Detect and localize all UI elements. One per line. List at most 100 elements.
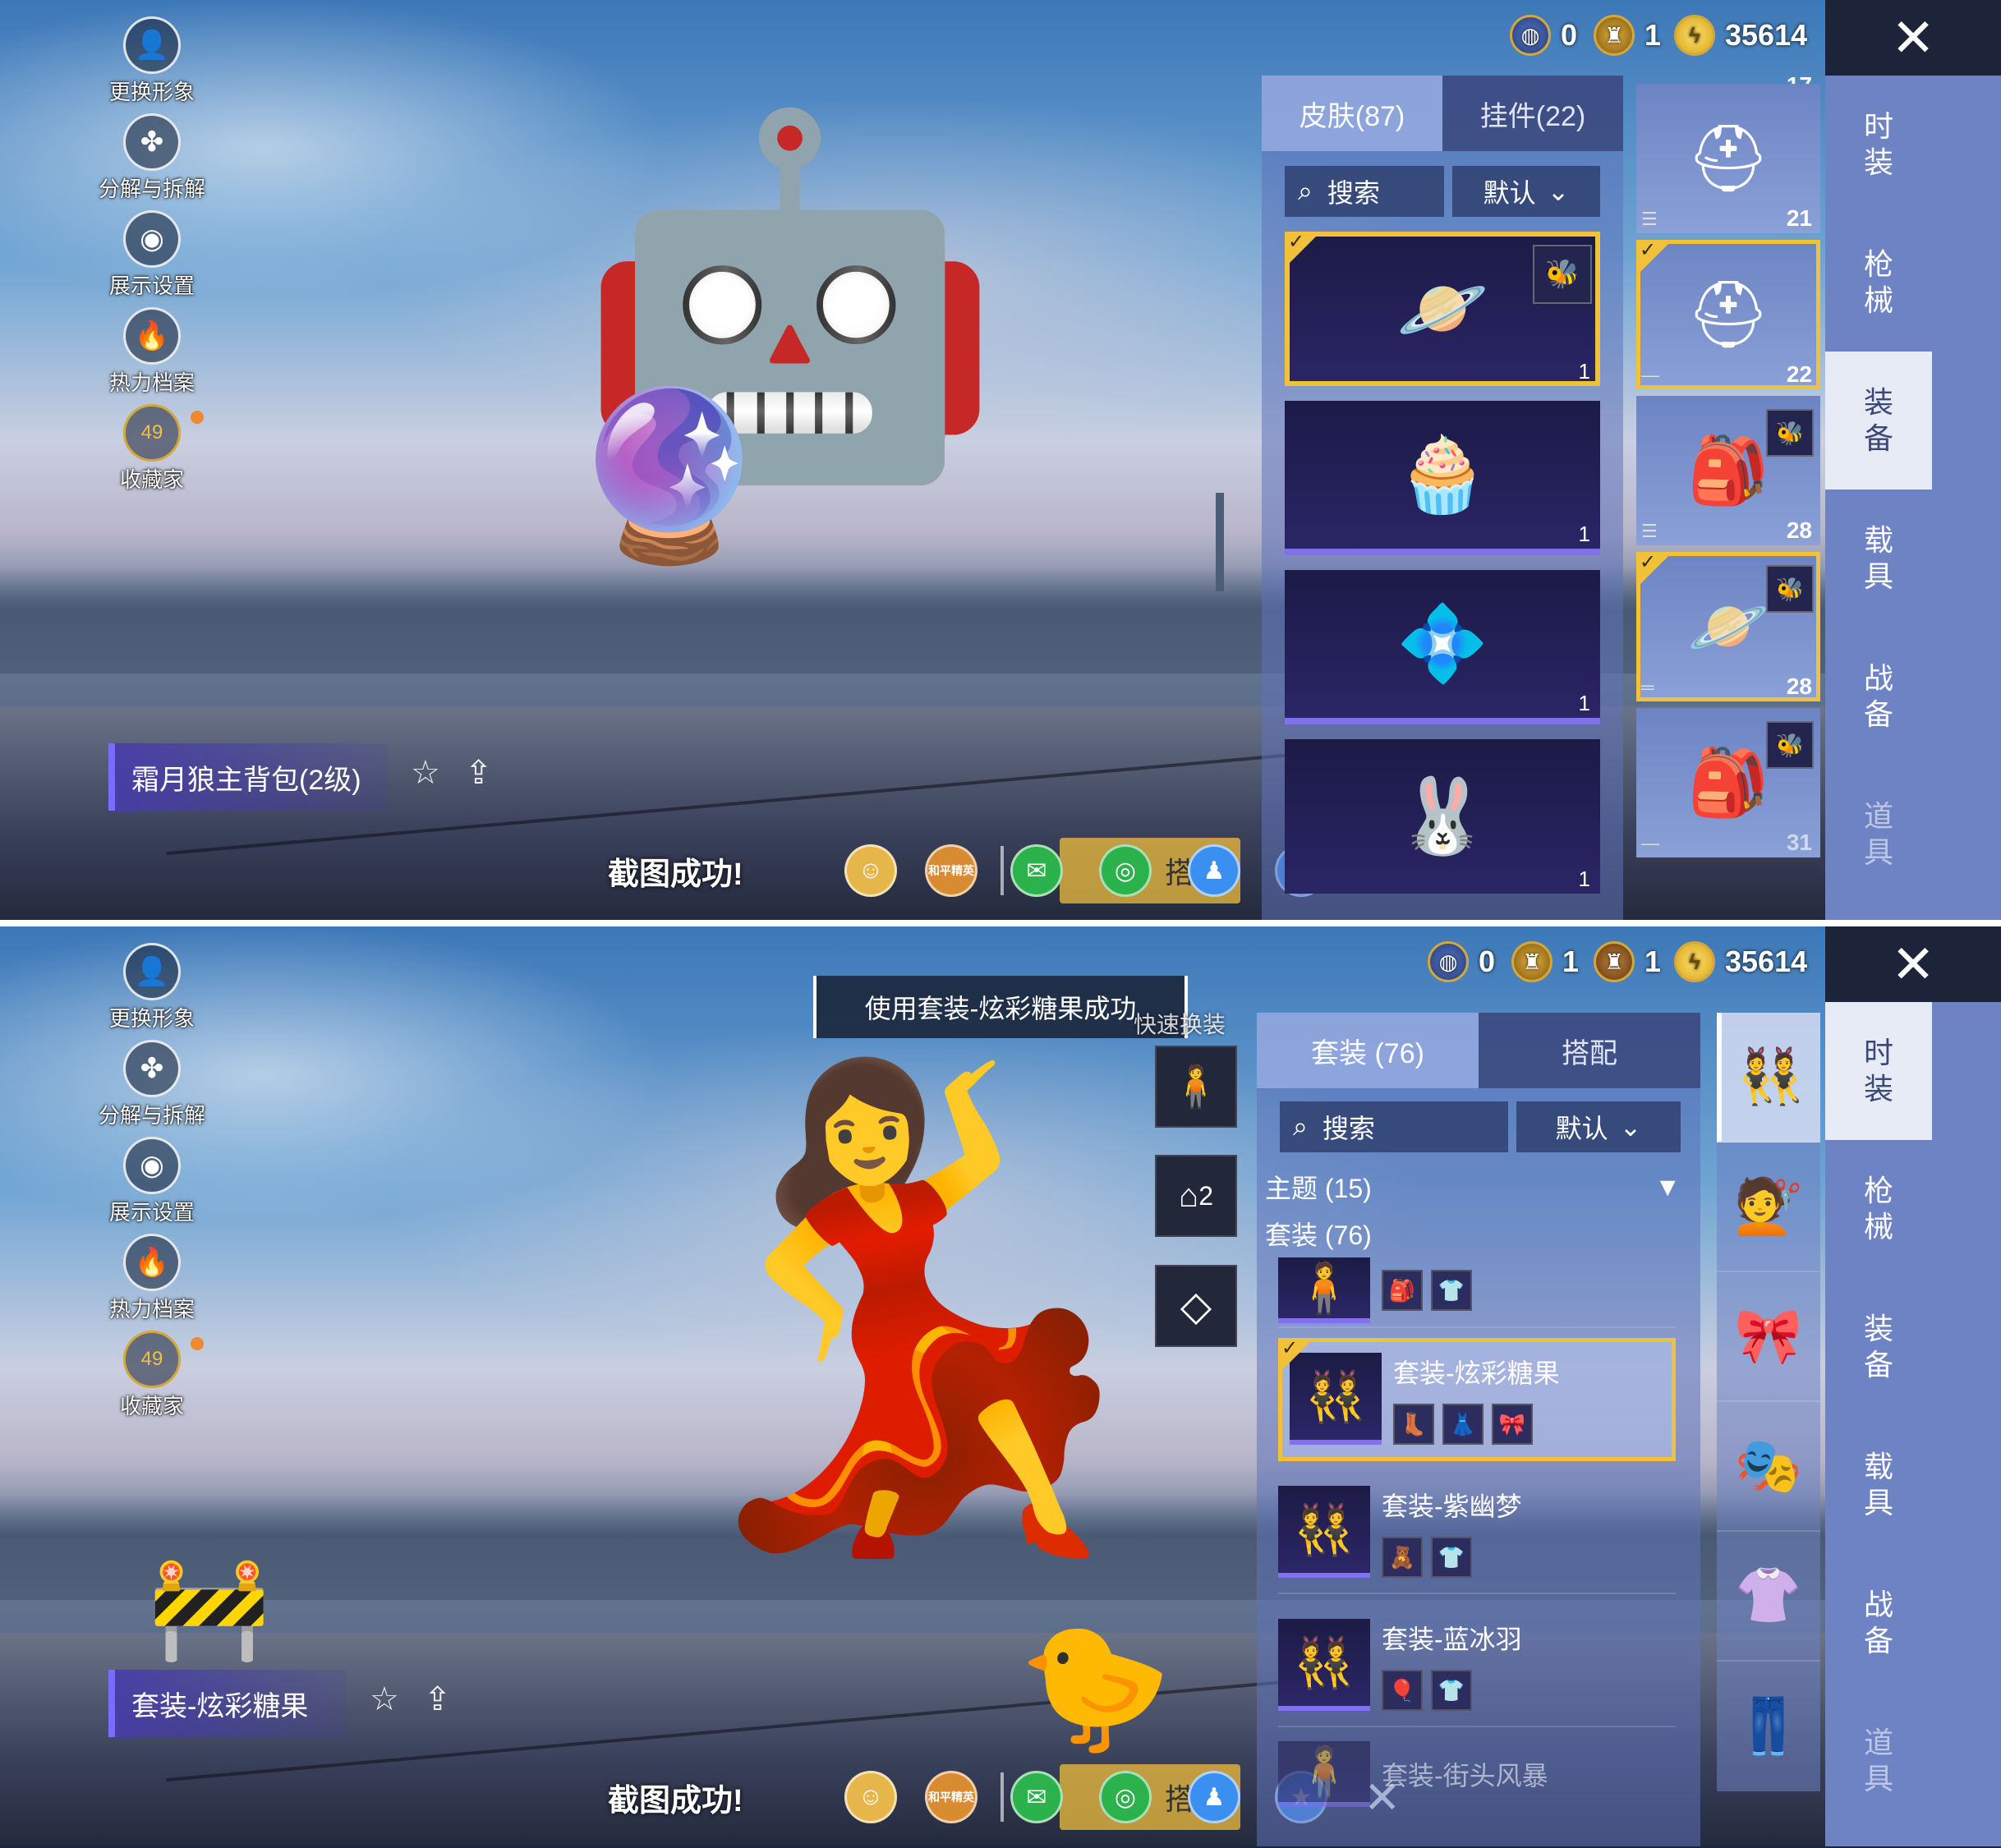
part-icon: 👕 — [1431, 1537, 1472, 1578]
skin-card[interactable]: 🐰 1 — [1285, 739, 1600, 894]
theme-section-header[interactable]: 主题 (15) ▼ — [1265, 1161, 1681, 1213]
wechat-icon[interactable]: ✉ — [1010, 1771, 1063, 1823]
nav-weapons[interactable]: 枪 械 — [1825, 214, 1932, 352]
change-avatar-button[interactable]: 👤 更换形象 — [82, 16, 222, 113]
nav-fashion[interactable]: 时 装 — [1825, 1002, 1932, 1140]
screenshot-success-text: 截图成功! — [608, 857, 743, 892]
currency-globe: ◍ 0 — [1510, 15, 1577, 56]
suit-row[interactable]: 👯 套装-炫彩糖果 👢👗🎀 — [1278, 1336, 1676, 1461]
equipment-thumb[interactable]: ⛑ ☰ 21 — [1636, 84, 1820, 233]
nav-battle-gear[interactable]: 战 备 — [1825, 1554, 1932, 1692]
close-icon[interactable]: ✕ — [1825, 0, 2001, 76]
tab-suits[interactable]: 套装 (76) — [1257, 1013, 1479, 1088]
moon-orb-backpack-icon: 🪐 — [1396, 268, 1489, 351]
helmet-icon: ⛑ — [1686, 122, 1770, 195]
nav-equipment[interactable]: 装 备 — [1825, 1278, 1932, 1416]
search-input[interactable]: ⌕ 搜索 — [1280, 1101, 1508, 1152]
qq-icon[interactable]: ♟ — [1188, 844, 1240, 897]
suit-row[interactable]: 🧍 🎒 👕 — [1278, 1254, 1676, 1328]
game-logo-share-icon[interactable]: 和平精英 — [925, 1771, 978, 1823]
accessory-slot-icon[interactable]: 🎀 — [1717, 1272, 1820, 1402]
triangle-down-icon: ▼ — [1654, 1171, 1681, 1202]
nav-items[interactable]: 道 具 — [1825, 765, 1932, 903]
full-suit-slot-icon[interactable]: 👯 — [1717, 1013, 1820, 1142]
wardrobe-hanger-button[interactable]: ⌂ 2 — [1155, 1155, 1237, 1237]
notification-dot — [191, 1337, 204, 1350]
skin-card[interactable]: 🧁 1 — [1285, 401, 1600, 555]
character-model[interactable]: 💃 — [624, 1074, 1197, 1534]
collector-badge-icon: 49 — [123, 1331, 181, 1388]
skin-card[interactable]: 💠 1 — [1285, 570, 1600, 724]
disassemble-button[interactable]: ✤ 分解与拆解 — [82, 1040, 222, 1137]
tab-outfits[interactable]: 搭配 — [1479, 1013, 1700, 1088]
category-nav: ✕ 时 装 枪 械 装 备 载 具 战 备 道 具 — [1825, 926, 2001, 1846]
lightning-coin-icon: ϟ — [1674, 15, 1715, 56]
nav-items[interactable]: 道 具 — [1825, 1692, 1932, 1830]
wechat-icon[interactable]: ✉ — [1010, 844, 1063, 897]
chevron-down-icon: ⌄ — [1619, 1112, 1642, 1142]
nav-vehicles[interactable]: 载 具 — [1825, 490, 1932, 627]
sort-dropdown[interactable]: 默认 ⌄ — [1516, 1101, 1681, 1152]
favorite-star-icon[interactable]: ☆ — [370, 1680, 399, 1718]
disassemble-button[interactable]: ✤ 分解与拆解 — [82, 113, 222, 210]
equipment-thumb[interactable]: 🎒 🐝 ☰ 28 — [1636, 396, 1820, 545]
favorite-star-icon[interactable]: ☆ — [411, 754, 440, 792]
gold-badge-coin-icon: ♜ — [1511, 941, 1552, 982]
tab-skins[interactable]: 皮肤(87) — [1262, 76, 1442, 151]
skin-card[interactable]: 🪐🐝1 — [1285, 230, 1600, 386]
suit-row[interactable]: 🧍 套装-街头风暴 — [1278, 1737, 1676, 1811]
suit-row[interactable]: 👯 套装-蓝冰羽 🎈 👕 — [1278, 1604, 1676, 1727]
display-settings-button[interactable]: ◉ 展示设置 — [82, 1137, 222, 1234]
tab-pendants[interactable]: 挂件(22) — [1442, 76, 1623, 151]
friend-share-icon[interactable]: ☺ — [844, 844, 897, 897]
display-settings-button[interactable]: ◉ 展示设置 — [82, 210, 222, 307]
crystal-backpack-icon: 💠 — [1396, 603, 1489, 686]
mask-slot-icon[interactable]: 🎭 — [1717, 1402, 1820, 1532]
separator — [1000, 846, 1004, 895]
quick-outfit-button[interactable]: 🧍 — [1155, 1046, 1237, 1128]
friend-share-icon[interactable]: ☺ — [844, 1771, 897, 1823]
quick-change-label[interactable]: 快速换装 — [1134, 1007, 1226, 1040]
moments-icon[interactable]: ◎ — [1099, 844, 1152, 897]
moments-icon[interactable]: ◎ — [1099, 1771, 1152, 1823]
nav-vehicles[interactable]: 载 具 — [1825, 1416, 1932, 1554]
part-icon: 👗 — [1442, 1404, 1484, 1445]
equipment-thumb[interactable]: 🎒 🐝 —31 — [1636, 708, 1820, 857]
change-avatar-button[interactable]: 👤 更换形象 — [82, 943, 222, 1040]
left-menu: 👤 更换形象 ✤ 分解与拆解 ◉ 展示设置 🔥 热力档案 49 收藏家 — [82, 16, 222, 501]
equipment-thumb[interactable]: 🪐🐝═28 — [1636, 550, 1820, 701]
currency-globe: ◍ 0 — [1428, 941, 1495, 982]
part-icon: 🎈 — [1382, 1670, 1423, 1711]
share-icon[interactable]: ⇪ — [465, 754, 493, 792]
puzzle-icon: ✤ — [123, 113, 181, 171]
pendant-icon: 🐝 — [1766, 565, 1814, 613]
heat-profile-button[interactable]: 🔥 热力档案 — [82, 307, 222, 404]
pants-slot-icon[interactable]: 👖 — [1717, 1662, 1820, 1791]
nav-fashion[interactable]: 时 装 — [1825, 76, 1932, 214]
nav-equipment[interactable]: 装 备 — [1825, 352, 1932, 490]
backpack-icon: 🎒 — [1687, 746, 1769, 819]
nav-weapons[interactable]: 枪 械 — [1825, 1140, 1932, 1278]
search-input[interactable]: ⌕ 搜索 — [1285, 166, 1444, 217]
suit-thumbnail: 🧍 — [1278, 1741, 1370, 1807]
part-icon: 🎀 — [1492, 1404, 1533, 1445]
hair-slot-icon[interactable]: 💇 — [1717, 1142, 1820, 1272]
flame-icon: 🔥 — [123, 307, 181, 365]
globe-coin-icon: ◍ — [1428, 941, 1469, 982]
share-icon[interactable]: ⇪ — [424, 1680, 452, 1718]
equipment-thumb[interactable]: ⛑—22 — [1636, 238, 1820, 389]
search-icon: ⌕ — [1293, 1111, 1308, 1141]
gold-badge-coin-icon: ♜ — [1594, 15, 1635, 56]
diamond-icon[interactable]: ◇ — [1155, 1265, 1237, 1347]
close-icon[interactable]: ✕ — [1825, 926, 2001, 1002]
check-icon — [1278, 1336, 1314, 1374]
top-slot-icon[interactable]: 👚 — [1717, 1532, 1820, 1662]
separator — [1000, 1772, 1004, 1822]
game-logo-share-icon[interactable]: 和平精英 — [925, 844, 978, 897]
sort-dropdown[interactable]: 默认 ⌄ — [1452, 166, 1600, 217]
nav-battle-gear[interactable]: 战 备 — [1825, 627, 1932, 765]
heat-profile-button[interactable]: 🔥 热力档案 — [82, 1234, 222, 1331]
qq-icon[interactable]: ♟ — [1188, 1771, 1240, 1823]
suit-row[interactable]: 👯 套装-紫幽梦 🧸 👕 — [1278, 1471, 1676, 1594]
globe-coin-icon: ◍ — [1510, 15, 1551, 56]
